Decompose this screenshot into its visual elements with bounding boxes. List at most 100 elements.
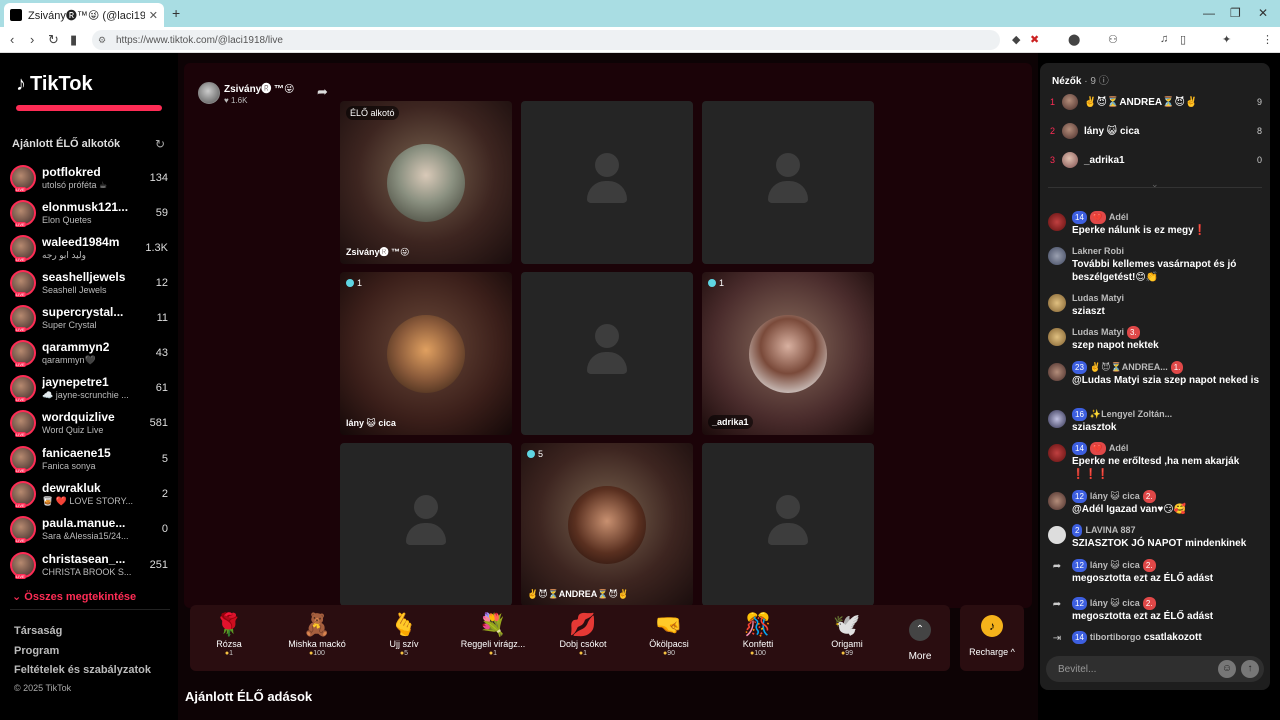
- level-badge: 14: [1072, 442, 1087, 455]
- back-icon[interactable]: ‹: [10, 32, 14, 47]
- more-gifts-button[interactable]: ⌃ More: [900, 619, 940, 662]
- viewers-title: Nézők: [1052, 76, 1082, 87]
- creator-item[interactable]: LIVE christasean_... CHRISTA BROOK S... 2…: [10, 547, 168, 582]
- tiktok-logo[interactable]: ♪ TikTok: [16, 73, 93, 96]
- restore-icon[interactable]: ❐: [1230, 6, 1241, 20]
- expand-chevron-icon[interactable]: ⌄: [1151, 179, 1159, 190]
- gift-origami[interactable]: 🕊️ Origami ●99: [808, 611, 886, 657]
- avatar[interactable]: [1048, 444, 1066, 462]
- guest-video-tile[interactable]: 5 ✌️😈⏳ANDREA⏳😈✌️: [521, 443, 693, 606]
- gift-fist-bump[interactable]: 🤜 Ökölpacsi ●90: [630, 611, 708, 657]
- avatar[interactable]: [1048, 363, 1066, 381]
- top-viewer-item[interactable]: 1 ✌️😈⏳ANDREA⏳😈✌️ 9: [1050, 91, 1262, 113]
- creator-item[interactable]: LIVE wordquizlive Word Quiz Live 581: [10, 405, 168, 440]
- fan-badge: 2.: [1142, 490, 1156, 503]
- chat-message: 12 lány 😺 cica 2. @Adél Igazad van♥😏🥰: [1048, 490, 1262, 516]
- avatar: LIVE: [10, 339, 36, 367]
- viewer-count: 251: [149, 558, 168, 571]
- host-video-tile[interactable]: ÉLŐ alkotó Zsivány🅡 ™😜: [340, 101, 512, 264]
- reload-icon[interactable]: ↻: [48, 32, 59, 48]
- music-icon[interactable]: ♫: [1160, 33, 1168, 45]
- empty-guest-slot[interactable]: [702, 443, 874, 606]
- gift-rose[interactable]: 🌹 Rózsa ●1: [190, 611, 268, 657]
- message-text: Eperke nálunk is ez megy❗: [1072, 225, 1207, 236]
- creator-item[interactable]: LIVE supercrystal... Super Crystal 11: [10, 300, 168, 335]
- creator-item[interactable]: LIVE jaynepetre1 ☁️ jayne-scrunchie ... 6…: [10, 370, 168, 405]
- empty-guest-slot[interactable]: [340, 443, 512, 606]
- emoji-icon[interactable]: ☺: [1218, 660, 1236, 678]
- footer-link-program[interactable]: Program: [14, 645, 59, 657]
- message-username[interactable]: lány 😺 cica: [1090, 490, 1140, 503]
- top-viewer-item[interactable]: 2 lány 😺 cica 8: [1050, 120, 1262, 142]
- message-username[interactable]: ✨Lengyel Zoltán...: [1090, 408, 1172, 421]
- extension-icon[interactable]: ⬤: [1068, 33, 1080, 46]
- guest-video-tile[interactable]: 1 _adrika1: [702, 272, 874, 435]
- chat-input[interactable]: Bevitel... ☺ ↑: [1046, 656, 1264, 682]
- gift-blow-kiss[interactable]: 💋 Dobj csókot ●1: [544, 611, 622, 657]
- message-username[interactable]: Lakner Robi: [1072, 245, 1124, 258]
- message-username[interactable]: LAVINA 887: [1085, 524, 1135, 537]
- menu-icon[interactable]: ⋮: [1262, 33, 1273, 46]
- host-video: [387, 143, 465, 222]
- avatar[interactable]: [1048, 294, 1066, 312]
- creator-item[interactable]: LIVE dewrakluk 🥃 ❤️ LOVE STORY... 2: [10, 476, 168, 511]
- forward-icon[interactable]: ›: [30, 32, 34, 47]
- close-window-icon[interactable]: ✕: [1258, 6, 1268, 20]
- gift-finger-heart[interactable]: 🫰 Ujj szív ●5: [365, 611, 443, 657]
- info-icon[interactable]: ⓘ: [1099, 76, 1109, 87]
- sidebar-icon[interactable]: ▯: [1180, 33, 1186, 46]
- browser-tab[interactable]: Zsivány🅡™😜 (@laci1918) É... ✕: [4, 3, 164, 27]
- recharge-button[interactable]: ♪ Recharge ^: [960, 605, 1024, 671]
- creator-item[interactable]: LIVE potflokred utolsó próféta ☕ 134: [10, 160, 168, 195]
- guest-video-tile[interactable]: 1 lány 😺 cica: [340, 272, 512, 435]
- host-info[interactable]: Zsivány🅡 ™😜 ♥ 1.6K: [198, 80, 294, 105]
- close-tab-icon[interactable]: ✕: [149, 9, 158, 22]
- creator-name: jaynepetre1: [42, 374, 109, 389]
- avatar[interactable]: [1048, 213, 1066, 231]
- empty-guest-slot[interactable]: [521, 272, 693, 435]
- gift-confetti[interactable]: 🎊 Konfetti ●100: [719, 611, 797, 657]
- message-username[interactable]: tibortiborgo: [1090, 631, 1141, 644]
- viewer-count: 11: [156, 311, 168, 324]
- bookmark-icon[interactable]: ▮: [70, 32, 77, 48]
- message-username[interactable]: ✌️😈⏳ANDREA...: [1090, 361, 1168, 374]
- address-bar[interactable]: ⚙ https://www.tiktok.com/@laci1918/live: [92, 30, 1000, 50]
- see-all-link[interactable]: ⌄ Összes megtekintése: [12, 590, 136, 603]
- site-info-icon[interactable]: ⚙: [98, 35, 106, 46]
- avatar[interactable]: [1048, 247, 1066, 265]
- share-icon[interactable]: ➦: [317, 84, 328, 100]
- message-username[interactable]: Ludas Matyi: [1072, 292, 1124, 305]
- creator-item[interactable]: LIVE seashelljewels Seashell Jewels 12: [10, 265, 168, 300]
- creator-item[interactable]: LIVE fanicaene15 Fanica sonya 5: [10, 441, 168, 476]
- creator-item[interactable]: LIVE elonmusk121... Elon Quetes 59: [10, 195, 168, 230]
- bouquet-icon: 💐: [479, 612, 507, 637]
- empty-guest-slot[interactable]: [521, 101, 693, 264]
- extension-icon[interactable]: ◆: [1012, 33, 1020, 46]
- minimize-icon[interactable]: —: [1203, 6, 1215, 20]
- message-username[interactable]: lány 😺 cica: [1090, 559, 1140, 572]
- gift-morning-bloom[interactable]: 💐 Reggeli virágz... ●1: [454, 611, 532, 657]
- avatar[interactable]: [1048, 410, 1066, 428]
- avatar[interactable]: [1048, 328, 1066, 346]
- creator-item[interactable]: LIVE waleed1984m وليد ابو رجه 1.3K: [10, 230, 168, 265]
- footer-link-company[interactable]: Társaság: [14, 625, 62, 637]
- creator-item[interactable]: LIVE qarammyn2 qarammyn🖤 43: [10, 335, 168, 370]
- extensions-icon[interactable]: ✦: [1222, 33, 1231, 46]
- gift-teddy[interactable]: 🧸 Mishka mackó ●100: [278, 611, 356, 657]
- extension-icon[interactable]: ⚇: [1108, 33, 1118, 46]
- message-username[interactable]: Adél: [1109, 211, 1129, 224]
- new-tab-icon[interactable]: +: [172, 5, 180, 21]
- message-username[interactable]: Adél: [1109, 442, 1129, 455]
- refresh-icon[interactable]: ↻: [155, 137, 165, 151]
- top-viewer-item[interactable]: 3 _adrika1 0: [1050, 149, 1262, 171]
- message-username[interactable]: lány 😺 cica: [1090, 597, 1140, 610]
- creator-item[interactable]: LIVE paula.manue... Sara &Alessia15/24...…: [10, 511, 168, 546]
- message-username[interactable]: Ludas Matyi: [1072, 326, 1124, 339]
- avatar[interactable]: [1048, 526, 1066, 544]
- empty-guest-slot[interactable]: [702, 101, 874, 264]
- send-icon[interactable]: ↑: [1241, 660, 1259, 678]
- extension-icon[interactable]: ✖: [1030, 33, 1039, 46]
- avatar[interactable]: [1048, 492, 1066, 510]
- creator-nickname: وليد ابو رجه: [42, 249, 86, 260]
- footer-link-terms[interactable]: Feltételek és szabályzatok: [14, 664, 151, 676]
